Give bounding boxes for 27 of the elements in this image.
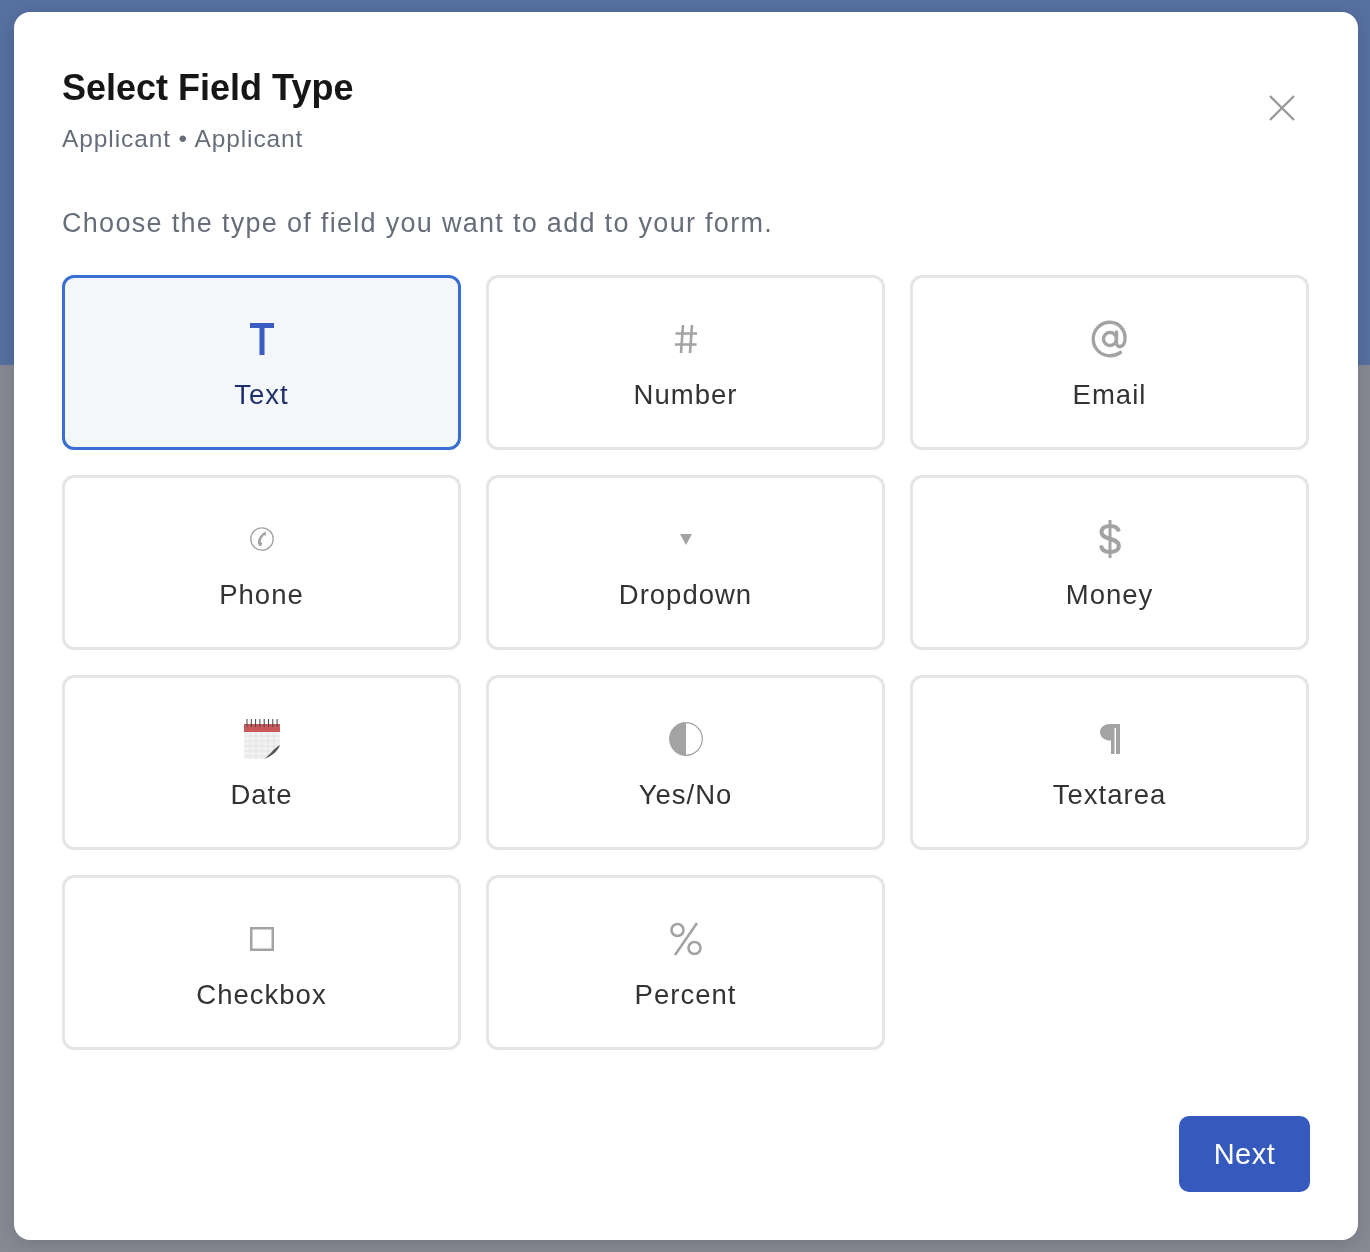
field-type-option[interactable]: Dropdown bbox=[486, 475, 885, 650]
phone-icon bbox=[249, 527, 274, 551]
field-type-option[interactable]: Email bbox=[910, 275, 1309, 450]
field-type-option[interactable]: Money bbox=[910, 475, 1309, 650]
field-type-option[interactable]: Textarea bbox=[910, 675, 1309, 850]
field-type-option[interactable]: Checkbox bbox=[62, 875, 461, 1050]
field-type-option[interactable]: Date bbox=[62, 675, 461, 850]
triangle-down-icon bbox=[679, 533, 692, 545]
dialog-description: Choose the type of field you want to add to your form. bbox=[62, 207, 775, 239]
field-type-option[interactable]: Number bbox=[486, 275, 885, 450]
letter-t-icon bbox=[249, 323, 274, 355]
dialog-subtitle: Applicant • Applicant bbox=[62, 124, 305, 154]
half-circle-icon bbox=[668, 722, 703, 756]
percent-icon bbox=[669, 922, 702, 956]
next-button[interactable]: Next bbox=[1179, 1116, 1310, 1192]
dollar-icon bbox=[1097, 519, 1122, 559]
close-icon[interactable] bbox=[1269, 95, 1295, 121]
field-type-option[interactable]: Percent bbox=[486, 875, 885, 1050]
square-icon bbox=[249, 927, 274, 951]
dialog-title: Select Field Type bbox=[62, 66, 354, 110]
pilcrow-icon bbox=[1099, 724, 1120, 754]
field-type-option[interactable]: Yes/No bbox=[486, 675, 885, 850]
hash-icon bbox=[673, 324, 698, 354]
at-sign-icon bbox=[1090, 320, 1129, 358]
field-type-option[interactable]: Phone bbox=[62, 475, 461, 650]
field-type-option[interactable]: Text bbox=[62, 275, 461, 450]
calendar-icon bbox=[243, 719, 280, 759]
